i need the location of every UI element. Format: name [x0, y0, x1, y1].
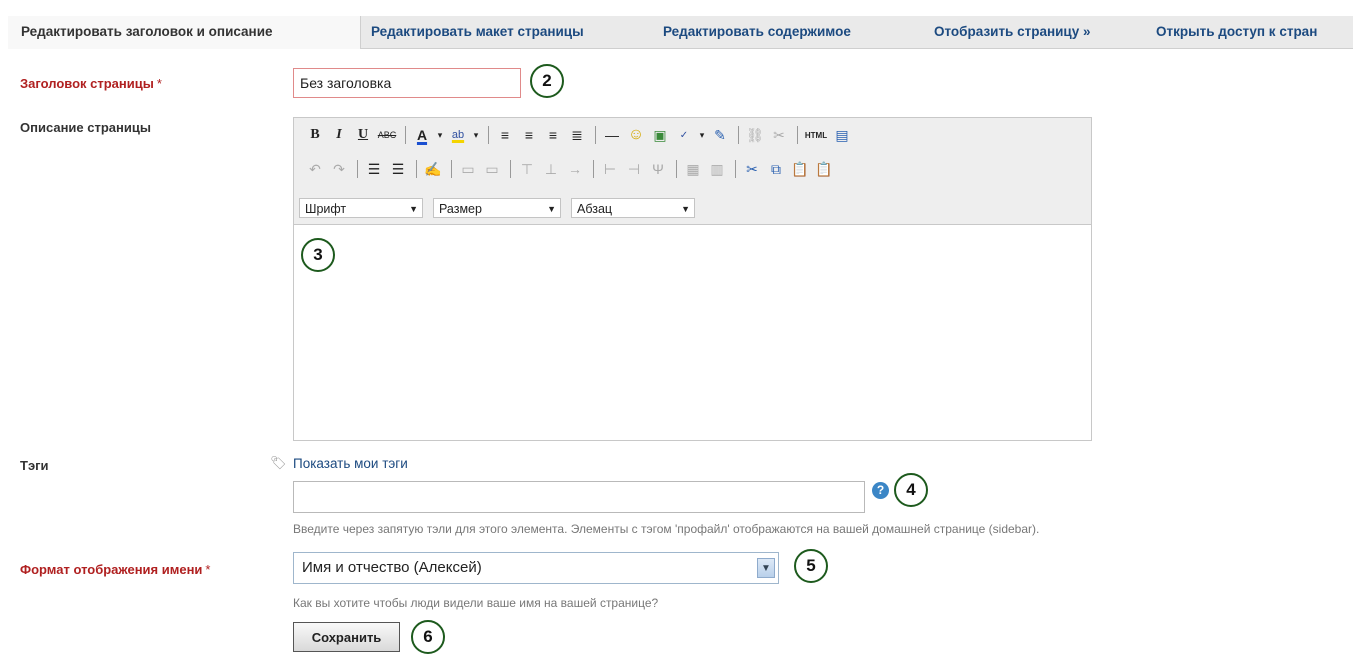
delete-col-icon[interactable]: Ψ: [647, 158, 669, 180]
tab-edit-layout[interactable]: Редактировать макет страницы: [371, 16, 651, 48]
callout-2: 2: [530, 64, 564, 98]
toolbar-separator: [357, 160, 358, 178]
required-mark: *: [156, 76, 162, 91]
name-format-select[interactable]: Имя и отчество (Алексей) ▼: [293, 552, 779, 584]
paste-word-icon[interactable]: 📋: [813, 158, 835, 180]
toolbar-separator: [488, 126, 489, 144]
toolbar-separator: [676, 160, 677, 178]
tab-bar: Редактировать заголовок и описание Редак…: [8, 16, 1353, 49]
toolbar-separator: [405, 126, 406, 144]
tags-hint: Введите через запятую тэли для этого эле…: [293, 522, 1040, 536]
split-cells-icon[interactable]: ▥: [706, 158, 728, 180]
redo-icon[interactable]: ↷: [328, 158, 350, 180]
callout-5: 5: [794, 549, 828, 583]
save-button[interactable]: Сохранить: [293, 622, 400, 652]
tags-input[interactable]: [293, 481, 865, 513]
page-title-input[interactable]: [293, 68, 521, 98]
table-props-icon[interactable]: ▭: [457, 158, 479, 180]
insert-col-after-icon[interactable]: ⊣: [623, 158, 645, 180]
toolbar-separator: [797, 126, 798, 144]
toolbar-separator: [595, 126, 596, 144]
editor-toolbar: B I U ABC A ▾ ab ▾ ≡ ≡ ≡ ≣ — ☺ ▣ ✓ ▾ ✎ ⛓…: [294, 118, 1091, 225]
cleanup-icon[interactable]: ✎: [709, 124, 731, 146]
tab-share-access[interactable]: Открыть доступ к стран: [1156, 16, 1353, 48]
cut-icon[interactable]: ✂: [741, 158, 763, 180]
callout-6: 6: [411, 620, 445, 654]
link-icon[interactable]: ⛓: [744, 124, 766, 146]
align-right-icon[interactable]: ≡: [542, 124, 564, 146]
help-icon[interactable]: ?: [872, 482, 889, 499]
text-color-icon[interactable]: A: [411, 124, 433, 146]
show-my-tags-link[interactable]: Показать мои тэги: [293, 456, 408, 471]
copy-icon[interactable]: ⧉: [765, 158, 787, 180]
highlight-color-icon[interactable]: ab: [447, 124, 469, 146]
align-center-icon[interactable]: ≡: [518, 124, 540, 146]
tags-label: Тэги: [20, 458, 49, 473]
tab-edit-content[interactable]: Редактировать содержимое: [663, 16, 913, 48]
spellcheck-icon[interactable]: ✓: [673, 124, 695, 146]
toolbar-row-2: ↶ ↷ ☰ ☰ ✍ ▭ ▭ ⊤ ⊥ → ⊢ ⊣ Ψ ▦ ▥ ✂ ⧉ 📋 📋: [304, 158, 837, 180]
insert-row-after-icon[interactable]: ⊥: [540, 158, 562, 180]
chevron-down-icon: ▼: [757, 558, 775, 578]
callout-3: 3: [301, 238, 335, 272]
html-icon[interactable]: HTML: [803, 124, 829, 146]
insert-row-before-icon[interactable]: ⊤: [516, 158, 538, 180]
toolbar-separator: [451, 160, 452, 178]
tab-edit-title[interactable]: Редактировать заголовок и описание: [8, 16, 361, 49]
undo-icon[interactable]: ↶: [304, 158, 326, 180]
required-mark: *: [205, 562, 211, 577]
callout-4: 4: [894, 473, 928, 507]
editor-content-area[interactable]: [294, 225, 1091, 440]
highlight-dropdown-icon[interactable]: ▾: [471, 124, 481, 146]
align-left-icon[interactable]: ≡: [494, 124, 516, 146]
spellcheck-dropdown-icon[interactable]: ▾: [697, 124, 707, 146]
emoticon-icon[interactable]: ☺: [625, 124, 647, 146]
toolbar-separator: [510, 160, 511, 178]
toolbar-separator: [735, 160, 736, 178]
unlink-icon[interactable]: ✂: [768, 124, 790, 146]
description-editor: B I U ABC A ▾ ab ▾ ≡ ≡ ≡ ≣ — ☺ ▣ ✓ ▾ ✎ ⛓…: [293, 117, 1092, 441]
horizontal-rule-icon[interactable]: —: [601, 124, 623, 146]
chevron-down-icon: ▼: [681, 204, 690, 214]
cell-props-icon[interactable]: ▭: [481, 158, 503, 180]
size-select[interactable]: Размер ▼: [433, 198, 561, 218]
format-select[interactable]: Абзац ▼: [571, 198, 695, 218]
toolbar-separator: [738, 126, 739, 144]
delete-row-icon[interactable]: →: [564, 158, 586, 180]
underline-icon[interactable]: U: [352, 124, 374, 146]
name-format-hint: Как вы хотите чтобы люди видели ваше имя…: [293, 596, 659, 610]
strikethrough-icon[interactable]: ABC: [376, 124, 398, 146]
tab-display-page[interactable]: Отобразить страницу »: [934, 16, 1134, 48]
tag-icon: 🏷: [270, 455, 287, 470]
fullscreen-icon[interactable]: ▤: [831, 124, 853, 146]
numbered-list-icon[interactable]: ☰: [387, 158, 409, 180]
insert-col-before-icon[interactable]: ⊢: [599, 158, 621, 180]
toolbar-separator: [593, 160, 594, 178]
toolbar-separator: [416, 160, 417, 178]
bold-icon[interactable]: B: [304, 124, 326, 146]
text-color-dropdown-icon[interactable]: ▾: [435, 124, 445, 146]
merge-cells-icon[interactable]: ▦: [682, 158, 704, 180]
image-icon[interactable]: ▣: [649, 124, 671, 146]
page-title-label: Заголовок страницы *: [20, 76, 162, 91]
name-format-label: Формат отображения имени *: [20, 562, 211, 577]
font-select[interactable]: Шрифт ▼: [299, 198, 423, 218]
page-description-label: Описание страницы: [20, 120, 151, 135]
align-justify-icon[interactable]: ≣: [566, 124, 588, 146]
edit-icon[interactable]: ✍: [422, 158, 444, 180]
chevron-down-icon: ▼: [547, 204, 556, 214]
toolbar-row-1: B I U ABC A ▾ ab ▾ ≡ ≡ ≡ ≣ — ☺ ▣ ✓ ▾ ✎ ⛓…: [304, 124, 855, 146]
italic-icon[interactable]: I: [328, 124, 350, 146]
paste-icon[interactable]: 📋: [789, 158, 811, 180]
chevron-down-icon: ▼: [409, 204, 418, 214]
bullet-list-icon[interactable]: ☰: [363, 158, 385, 180]
